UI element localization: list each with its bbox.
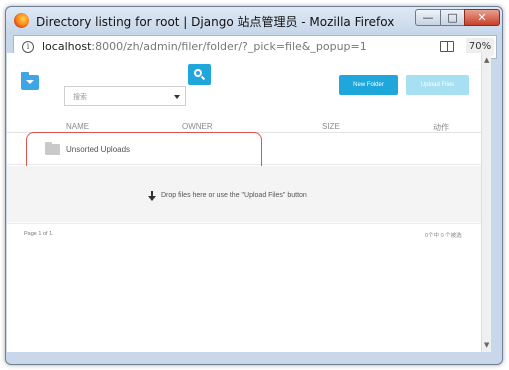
url-text[interactable]: localhost:8000/zh/admin/filer/folder/?_p…: [42, 40, 367, 53]
folder-dropdown-icon[interactable]: [21, 72, 39, 90]
column-size[interactable]: SIZE: [322, 122, 340, 131]
arrow-down-icon: [148, 191, 156, 201]
table-header: NAME OWNER SIZE 动作: [7, 119, 481, 133]
minimize-button[interactable]: —: [415, 9, 441, 26]
selection-count: 0个中 0 个被选: [425, 233, 462, 239]
drop-zone-text: Drop files here or use the "Upload Files…: [161, 192, 307, 199]
new-folder-button[interactable]: New Folder: [339, 75, 398, 95]
url-path: :8000/zh/admin/filer/folder/?_pick=file&…: [91, 40, 367, 53]
url-host: localhost: [42, 40, 92, 53]
maximize-button[interactable]: □: [440, 9, 465, 26]
reader-view-icon[interactable]: [440, 41, 454, 52]
footer: Page 1 of 1. 0个中 0 个被选: [7, 223, 481, 243]
search-button[interactable]: [188, 64, 211, 85]
upload-files-button[interactable]: Upload Files: [406, 75, 469, 95]
vertical-scrollbar[interactable]: ▲ ▼: [481, 53, 491, 352]
page-info: Page 1 of 1.: [24, 231, 54, 237]
page-content: 搜索 New Folder Upload Files NAME OWNER SI…: [7, 53, 481, 352]
scroll-down-icon[interactable]: ▼: [484, 341, 489, 349]
info-icon[interactable]: i: [22, 41, 34, 53]
title-bar[interactable]: Directory listing for root | Django 站点管理…: [6, 7, 502, 34]
window-title: Directory listing for root | Django 站点管理…: [36, 15, 395, 29]
column-name[interactable]: NAME: [66, 122, 89, 131]
drop-zone[interactable]: Drop files here or use the "Upload Files…: [7, 166, 481, 222]
firefox-icon: [14, 13, 29, 28]
column-actions: 动作: [433, 123, 449, 132]
column-owner[interactable]: OWNER: [182, 122, 213, 131]
search-placeholder: 搜索: [73, 93, 87, 101]
search-select[interactable]: 搜索: [64, 86, 186, 106]
scroll-up-icon[interactable]: ▲: [484, 56, 489, 64]
chevron-down-icon: [174, 95, 180, 99]
close-button[interactable]: ✕: [464, 9, 500, 26]
